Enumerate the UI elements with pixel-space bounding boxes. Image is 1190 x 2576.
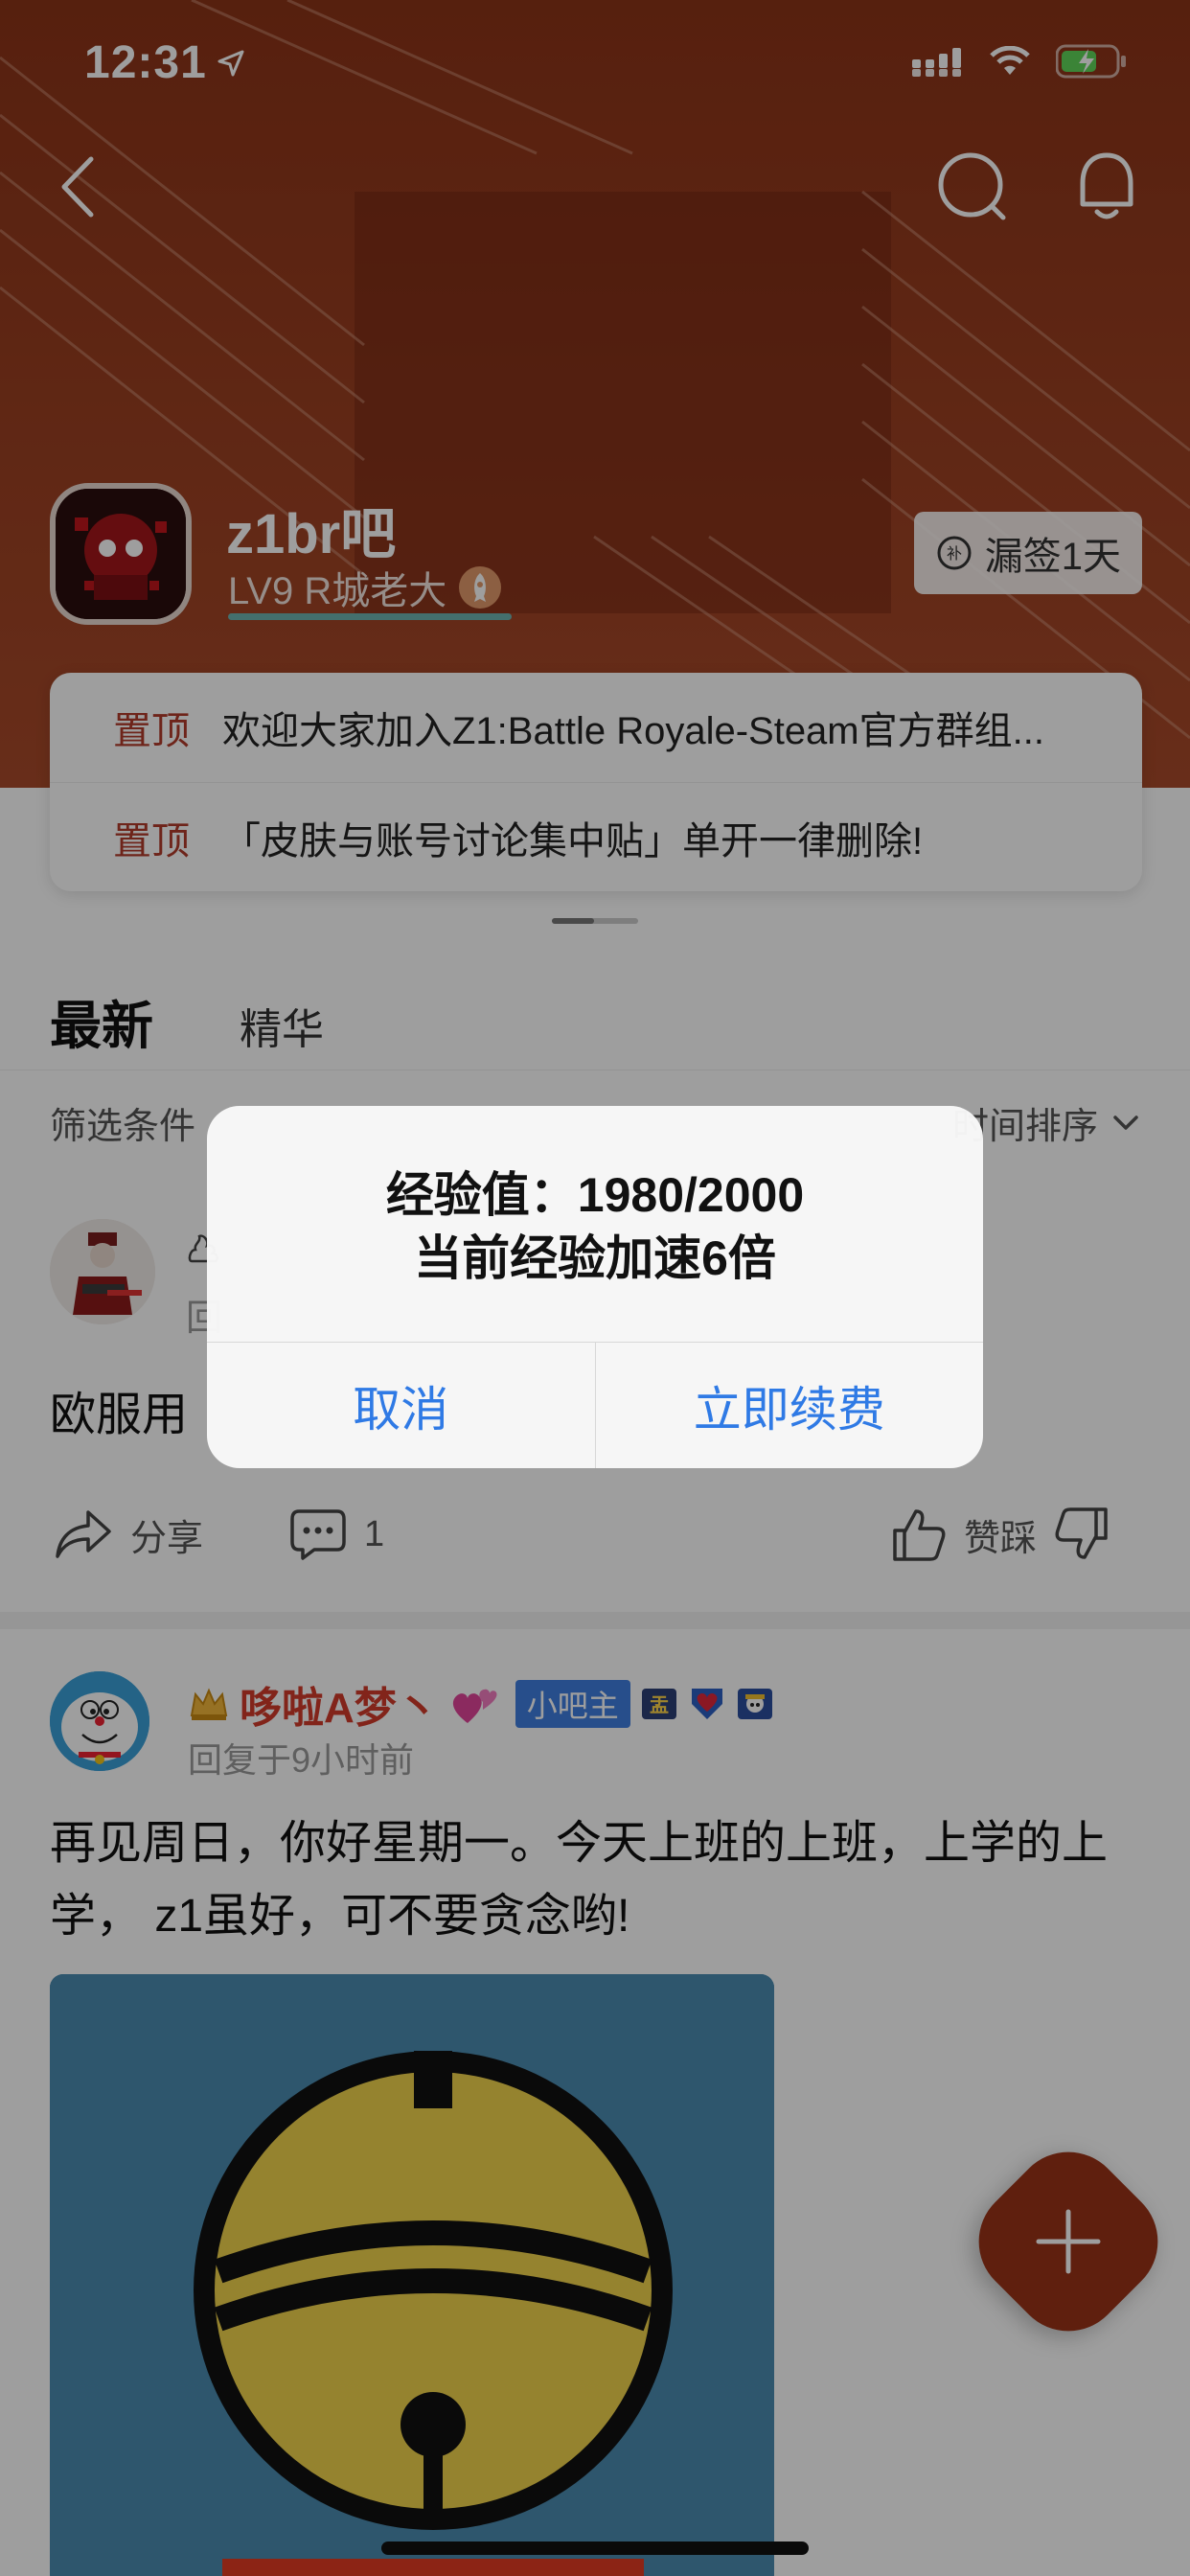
dialog-line-boost: 当前经验加速6倍 xyxy=(414,1231,776,1285)
cancel-button[interactable]: 取消 xyxy=(207,1343,595,1468)
experience-dialog: 经验值：1980/2000 当前经验加速6倍 取消 立即续费 xyxy=(207,1106,983,1468)
renew-button[interactable]: 立即续费 xyxy=(594,1343,984,1468)
dialog-line-experience: 经验值：1980/2000 xyxy=(385,1168,805,1222)
dialog-message: 经验值：1980/2000 当前经验加速6倍 xyxy=(207,1163,983,1290)
dialog-actions: 取消 立即续费 xyxy=(207,1342,983,1468)
